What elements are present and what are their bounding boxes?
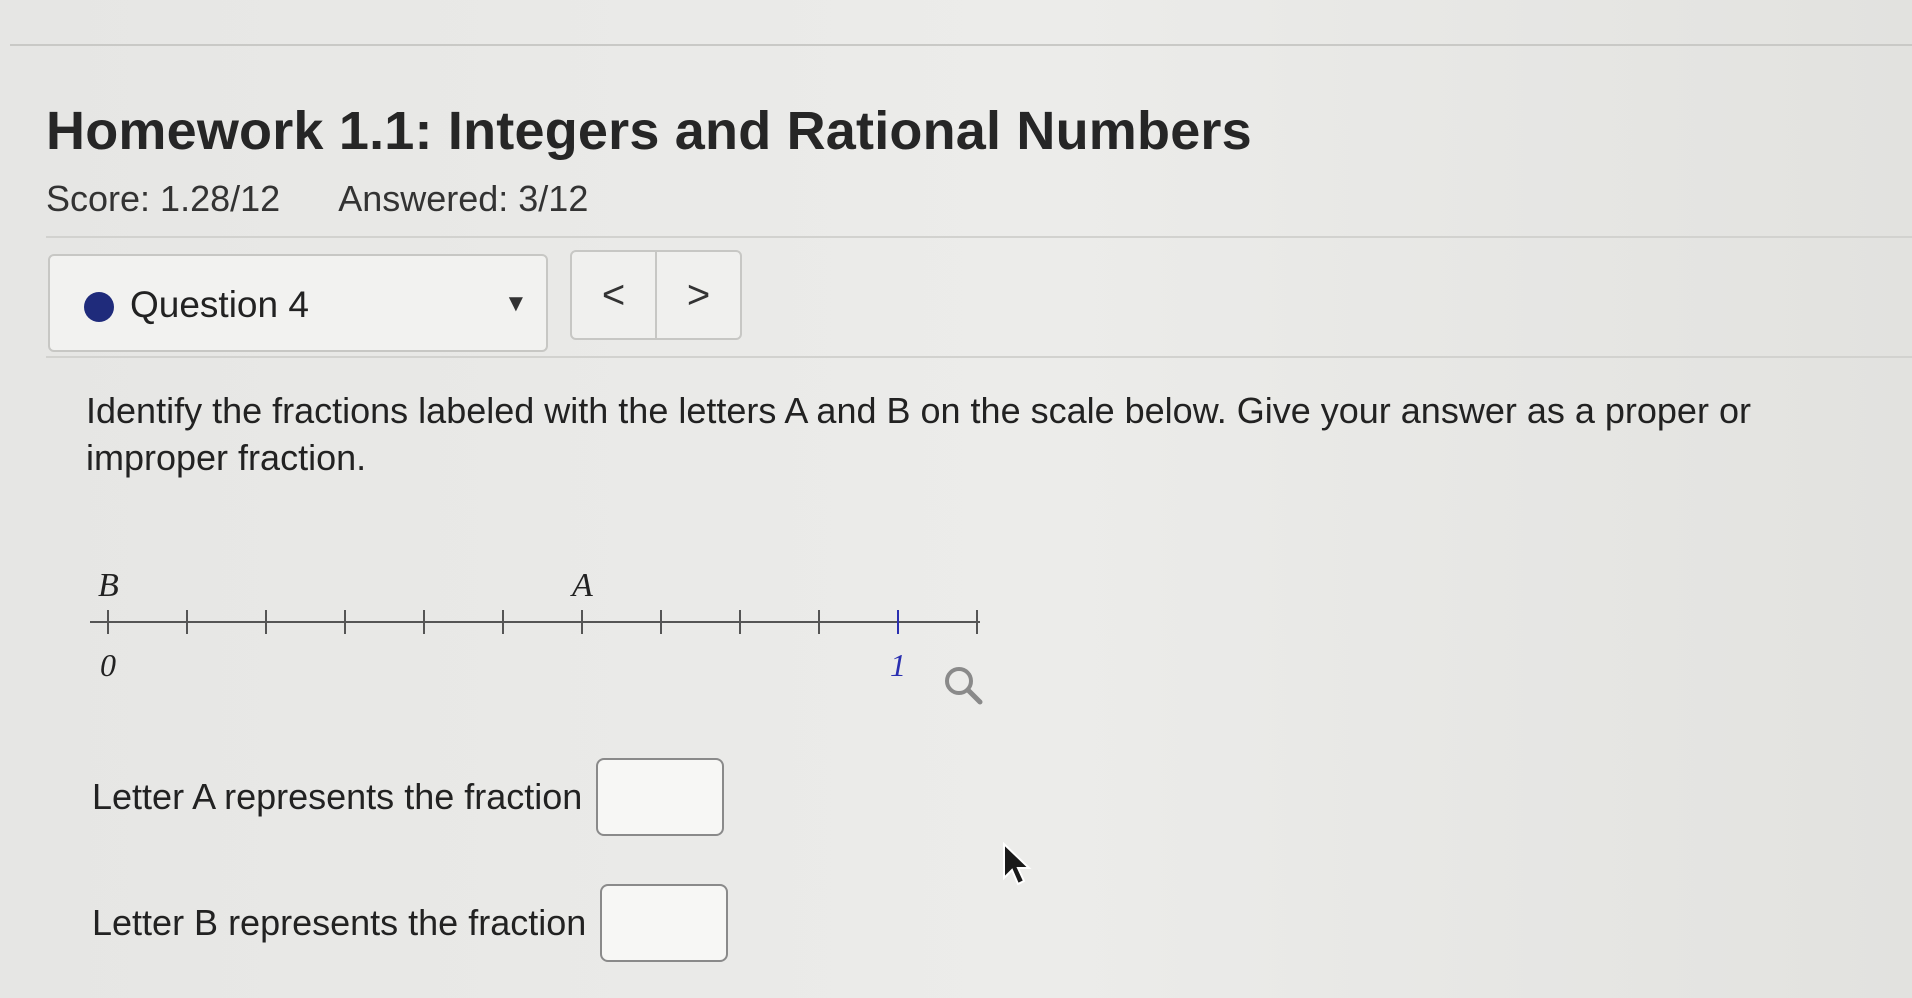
answer-b-label: Letter B represents the fraction xyxy=(92,902,587,943)
next-question-button[interactable]: > xyxy=(655,252,740,338)
nav-divider xyxy=(46,356,1912,358)
page-title: Homework 1.1: Integers and Rational Numb… xyxy=(46,101,1252,161)
number-line: B A 0 1 xyxy=(90,567,980,683)
header-divider xyxy=(46,236,1912,238)
mouse-pointer-icon xyxy=(1003,842,1032,886)
answer-row-b: Letter B represents the fraction xyxy=(92,884,729,962)
top-divider xyxy=(10,44,1912,46)
answer-a-input[interactable] xyxy=(596,758,725,836)
answer-row-a: Letter A represents the fraction xyxy=(92,758,725,836)
previous-question-button[interactable]: < xyxy=(572,252,655,338)
answer-a-label: Letter A represents the fraction xyxy=(92,776,583,817)
answered-text: Answered: 3/12 xyxy=(338,178,589,219)
magnifier-icon[interactable] xyxy=(940,662,988,710)
zero-label: 0 xyxy=(100,647,116,683)
point-label-b: B xyxy=(98,567,119,604)
score-summary: Score: 1.28/12 Answered: 3/12 xyxy=(46,178,638,220)
answer-b-input[interactable] xyxy=(600,884,729,962)
caret-down-icon: ▼ xyxy=(504,290,528,317)
question-selector-label: Question 4 xyxy=(130,284,309,325)
question-selector[interactable]: Question 4 ▼ xyxy=(48,254,548,352)
one-label: 1 xyxy=(890,647,906,683)
score-text: Score: 1.28/12 xyxy=(46,178,281,219)
question-nav-buttons: < > xyxy=(570,250,742,340)
point-label-a: A xyxy=(570,567,593,604)
question-prompt: Identify the fractions labeled with the … xyxy=(86,390,1751,478)
question-status-icon xyxy=(84,292,114,322)
